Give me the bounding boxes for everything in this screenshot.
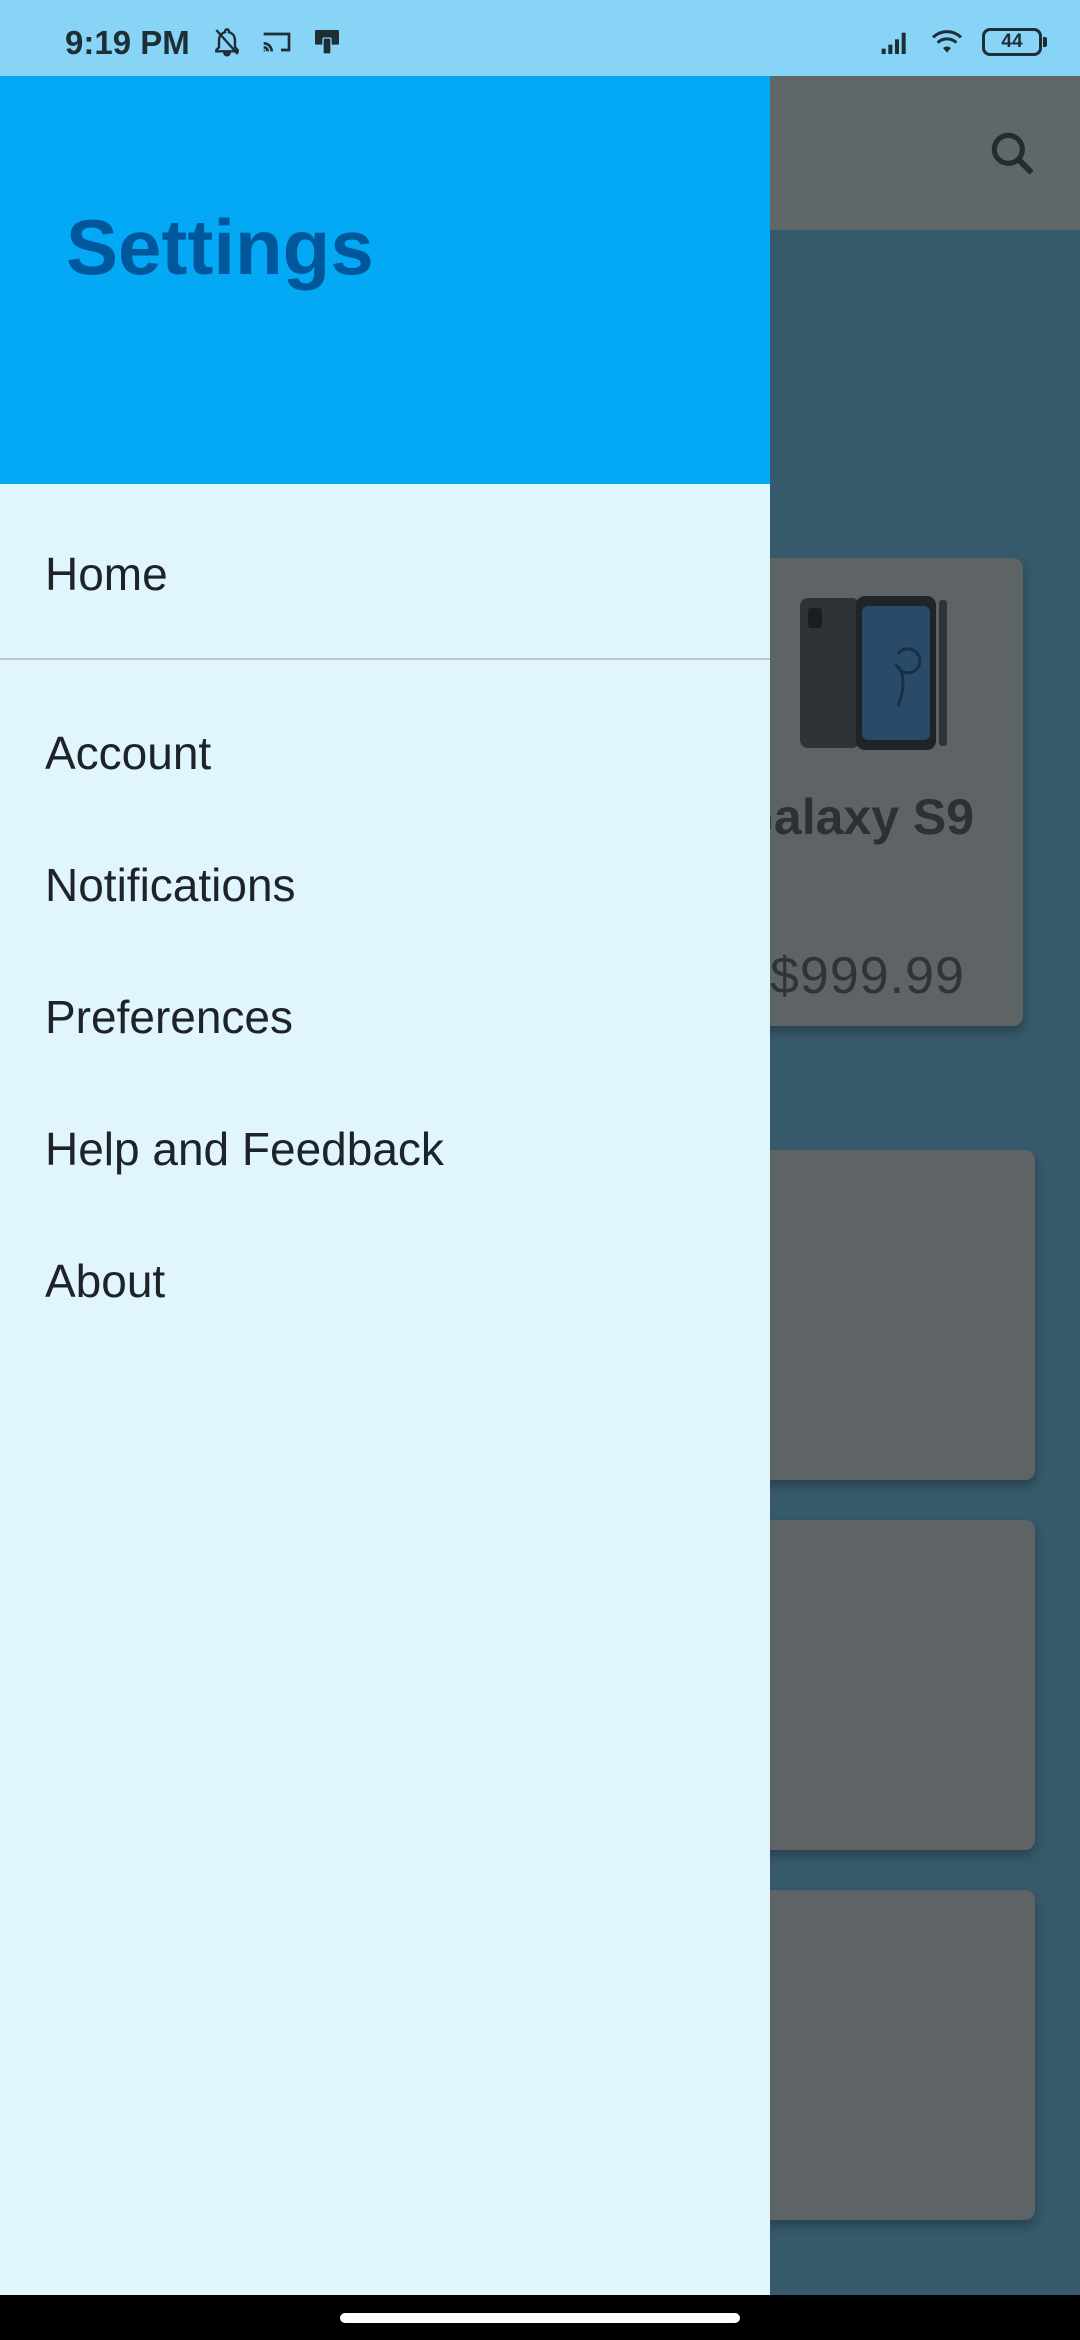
wifi-icon [931,30,963,53]
menu-item-label: Notifications [45,859,296,911]
drawer-header: Settings [0,76,770,484]
menu-item-preferences[interactable]: Preferences [0,962,770,1072]
menu-item-label: Account [45,727,212,779]
status-icons-left [210,26,344,58]
menu-item-label: About [45,1255,166,1307]
menu-item-account[interactable]: Account [0,698,770,808]
menu-item-notifications[interactable]: Notifications [0,830,770,940]
screen-mirror-icon [315,30,339,55]
notifications-off-icon [215,28,239,57]
menu-item-about[interactable]: About [0,1226,770,1336]
system-navigation-bar [0,2295,1080,2340]
signal-icon [881,32,906,54]
menu-item-label: Home [45,548,168,600]
home-indicator[interactable] [340,2313,740,2323]
battery-icon: 44 [982,28,1047,56]
cast-icon [263,32,291,52]
product-price: $999.99 [770,947,965,1005]
battery-level: 44 [1001,31,1023,52]
drawer-title: Settings [66,203,374,291]
menu-item-help-and-feedback[interactable]: Help and Feedback [0,1094,770,1204]
status-bar: 9:19 PM 44 [0,0,1080,76]
menu-item-label: Preferences [45,991,294,1043]
menu-item-home[interactable]: Home [0,519,770,629]
menu-item-label: Help and Feedback [45,1123,444,1175]
search-icon[interactable] [985,126,1041,182]
product-name: Galaxy S9 [735,789,975,845]
status-icons-right: 44 [878,26,1047,58]
navigation-drawer: Settings Home Account Notifications Pref… [0,76,770,2295]
drawer-divider [0,658,770,660]
product-image [800,596,947,750]
status-time: 9:19 PM [65,24,190,61]
